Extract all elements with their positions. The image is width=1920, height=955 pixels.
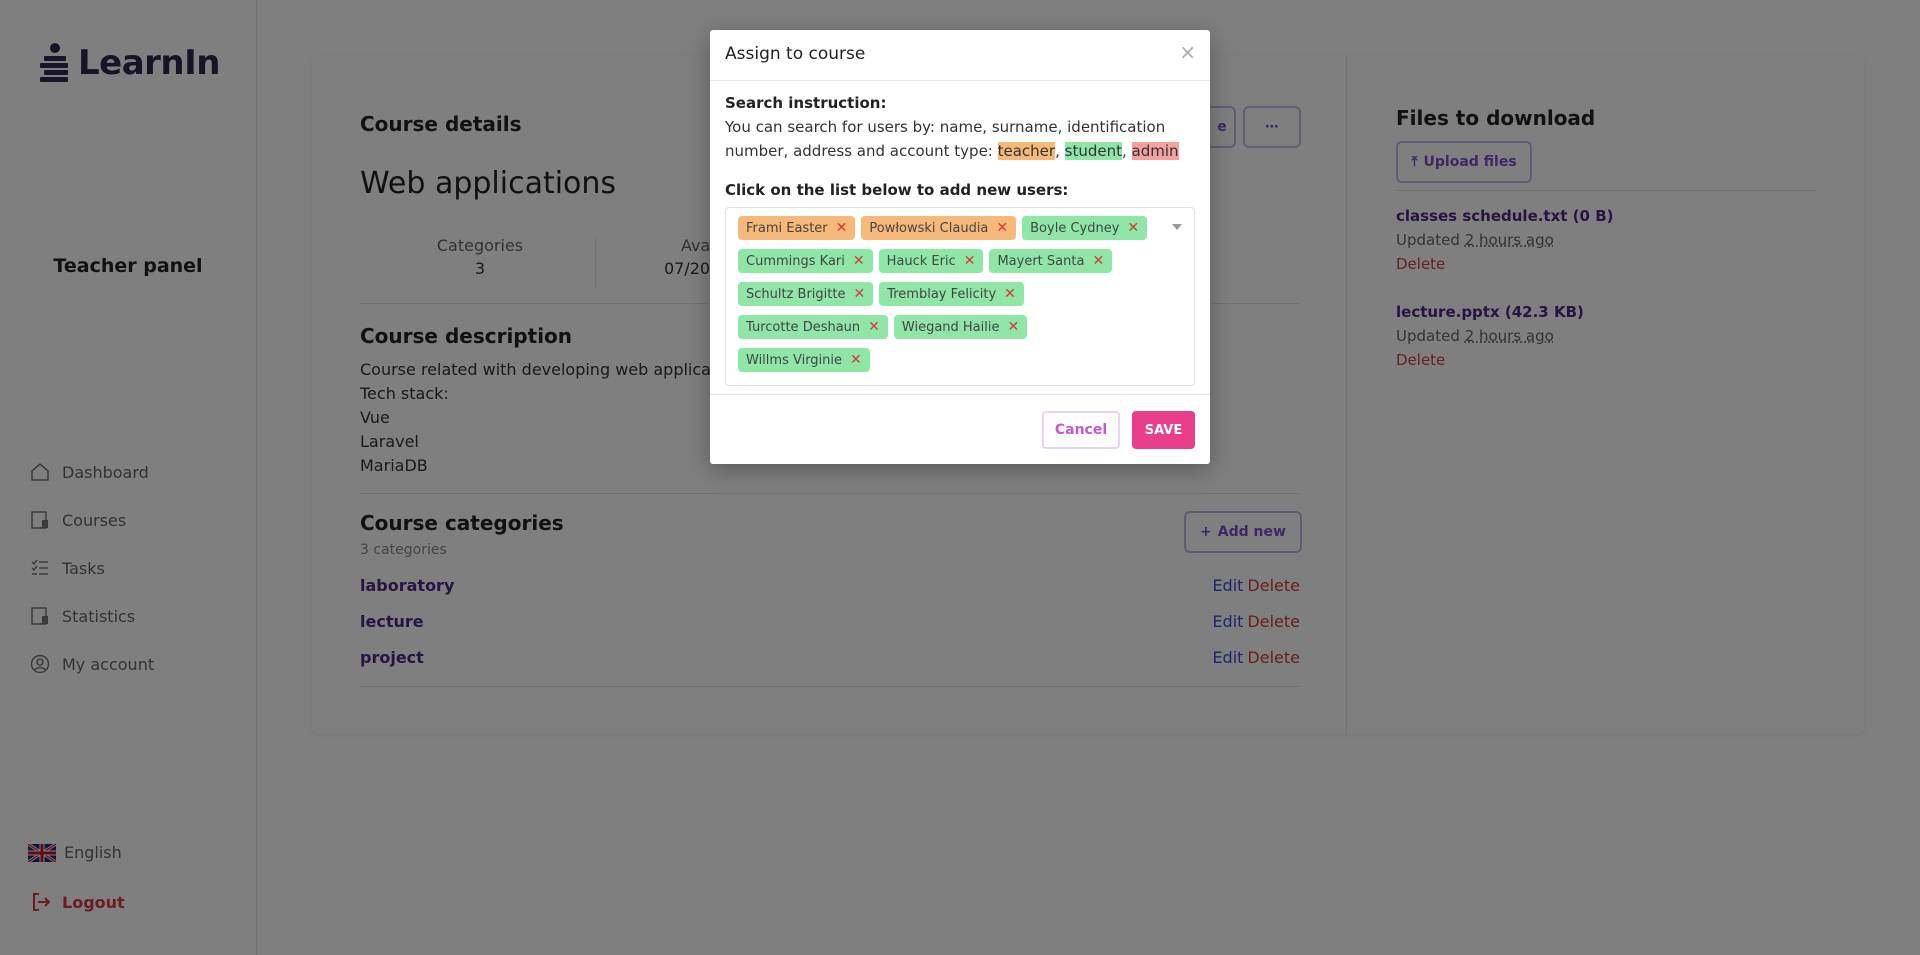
user-tag-label: Powłowski Claudia [869, 220, 989, 236]
remove-user-icon[interactable]: ✕ [836, 220, 848, 236]
type-admin: admin [1131, 142, 1179, 160]
user-tag: Wiegand Hailie ✕ [893, 315, 1028, 339]
user-tag-label: Schultz Brigitte [746, 286, 846, 302]
type-student: student [1064, 142, 1122, 160]
remove-user-icon[interactable]: ✕ [868, 319, 880, 335]
user-tag: Cummings Kari ✕ [738, 249, 873, 273]
modal-header: Assign to course × [710, 30, 1210, 81]
type-separator: , [1055, 142, 1065, 160]
user-multiselect[interactable]: Frami Easter ✕ Powłowski Claudia ✕ Boyle Cyd… [725, 207, 1195, 386]
remove-user-icon[interactable]: ✕ [853, 286, 865, 302]
remove-user-icon[interactable]: ✕ [1004, 286, 1016, 302]
cancel-button[interactable]: Cancel [1042, 411, 1120, 449]
remove-user-icon[interactable]: ✕ [1092, 253, 1104, 269]
remove-user-icon[interactable]: ✕ [853, 253, 865, 269]
user-tag-label: Tremblay Felicity [887, 286, 997, 302]
user-tag-label: Frami Easter [746, 220, 828, 236]
user-tag: Hauck Eric ✕ [878, 249, 984, 273]
remove-user-icon[interactable]: ✕ [850, 352, 862, 368]
save-button[interactable]: SAVE [1132, 411, 1195, 449]
user-tag: Mayert Santa ✕ [989, 249, 1113, 273]
user-tag-label: Wiegand Hailie [901, 319, 1000, 335]
type-teacher: teacher [997, 142, 1056, 160]
modal-title: Assign to course [725, 44, 866, 64]
modal-body: Search instruction: You can search for u… [710, 81, 1210, 396]
instruction-text: You can search for users by: name, surna… [725, 115, 1195, 163]
user-tag: Powłowski Claudia ✕ [861, 216, 1017, 240]
user-tag: Frami Easter ✕ [738, 216, 856, 240]
user-tag-label: Turcotte Deshaun [746, 319, 861, 335]
user-tag-label: Willms Virginie [746, 352, 843, 368]
modal-footer: Cancel SAVE [710, 394, 1210, 464]
user-tag-label: Mayert Santa [997, 253, 1085, 269]
user-tag: Turcotte Deshaun ✕ [738, 315, 888, 339]
remove-user-icon[interactable]: ✕ [1008, 319, 1020, 335]
assign-to-course-modal: Assign to course × Search instruction: Y… [710, 30, 1210, 464]
remove-user-icon[interactable]: ✕ [964, 253, 976, 269]
close-icon[interactable]: × [1179, 40, 1196, 64]
user-tag: Boyle Cydney ✕ [1022, 216, 1148, 240]
add-users-label: Click on the list below to add new users… [725, 181, 1069, 199]
user-tag: Willms Virginie ✕ [738, 348, 870, 372]
user-tag: Schultz Brigitte ✕ [738, 282, 874, 306]
user-tag: Tremblay Felicity ✕ [879, 282, 1024, 306]
user-tag-label: Boyle Cydney [1030, 220, 1120, 236]
user-tag-label: Hauck Eric [886, 253, 956, 269]
user-tag-label: Cummings Kari [746, 253, 845, 269]
type-separator: , [1121, 142, 1132, 160]
instruction-title: Search instruction: [725, 94, 887, 112]
chevron-down-icon[interactable] [1172, 224, 1182, 230]
remove-user-icon[interactable]: ✕ [1127, 220, 1139, 236]
remove-user-icon[interactable]: ✕ [996, 220, 1008, 236]
